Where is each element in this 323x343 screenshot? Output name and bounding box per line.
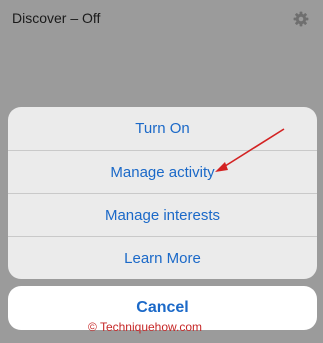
page-title: Discover – Off <box>12 10 101 26</box>
manage-activity-option[interactable]: Manage activity <box>8 150 317 193</box>
action-sheet: Turn On Manage activity Manage interests… <box>8 107 317 279</box>
learn-more-option[interactable]: Learn More <box>8 236 317 279</box>
watermark: © Techniquehow.com <box>88 320 203 334</box>
gear-icon[interactable] <box>293 11 309 27</box>
turn-on-option[interactable]: Turn On <box>8 107 317 150</box>
manage-interests-option[interactable]: Manage interests <box>8 193 317 236</box>
top-bar: Discover – Off <box>0 0 323 36</box>
